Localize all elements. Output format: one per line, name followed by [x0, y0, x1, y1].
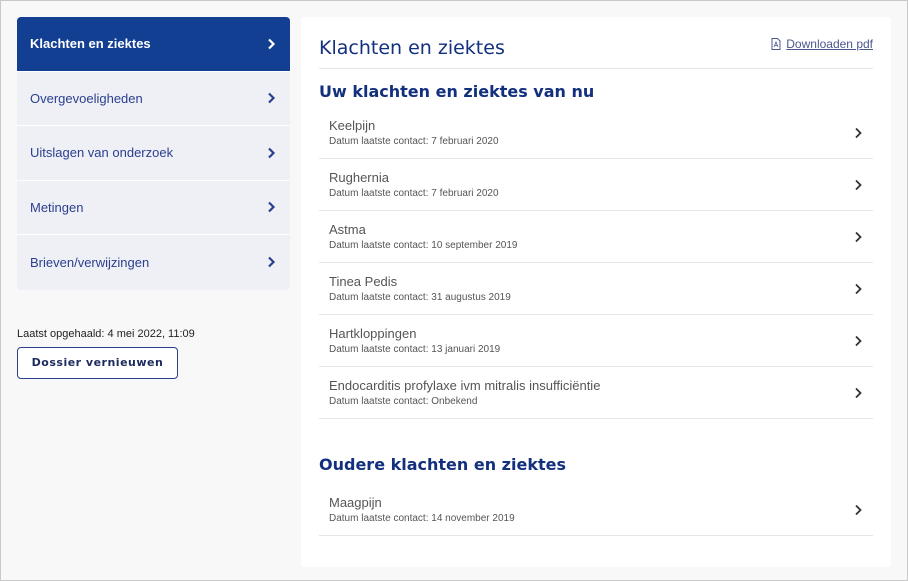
- list-item[interactable]: Hartkloppingen Datum laatste contact: 13 …: [319, 315, 873, 367]
- sidebar-item-2[interactable]: Uitslagen van onderzoek: [17, 126, 290, 181]
- list-item[interactable]: Rughernia Datum laatste contact: 7 februa…: [319, 159, 873, 211]
- chevron-right-icon: [268, 92, 276, 104]
- chevron-right-icon: [855, 231, 862, 242]
- older-heading: Oudere klachten en ziektes: [319, 455, 566, 474]
- refresh-dossier-button[interactable]: Dossier vernieuwen: [17, 346, 178, 379]
- item-subtitle: Datum laatste contact: 10 september 2019: [329, 240, 518, 251]
- item-title: Keelpijn: [329, 118, 376, 133]
- chevron-right-icon: [855, 179, 862, 190]
- older-list: Maagpijn Datum laatste contact: 14 novemb…: [319, 484, 873, 536]
- chevron-right-icon: [268, 38, 276, 50]
- main-card: Klachten en ziektes Downloaden pdf Uw kl…: [301, 17, 891, 567]
- sidebar-nav: Klachten en ziektes Overgevoeligheden Uits…: [17, 17, 290, 290]
- sidebar-item-label: Brieven/verwijzingen: [30, 254, 150, 270]
- item-subtitle: Datum laatste contact: 14 november 2019: [329, 513, 515, 524]
- sidebar-item-4[interactable]: Brieven/verwijzingen: [17, 235, 290, 290]
- item-subtitle: Datum laatste contact: Onbekend: [329, 396, 478, 407]
- page-title: Klachten en ziektes: [319, 37, 505, 59]
- last-fetched-text: Laatst opgehaald: 4 mei 2022, 11:09: [17, 327, 195, 340]
- chevron-right-icon: [855, 387, 862, 398]
- current-heading: Uw klachten en ziektes van nu: [319, 82, 595, 101]
- list-item[interactable]: Tinea Pedis Datum laatste contact: 31 aug…: [319, 263, 873, 315]
- chevron-right-icon: [268, 147, 276, 159]
- item-title: Rughernia: [329, 170, 389, 185]
- chevron-right-icon: [268, 256, 276, 268]
- sidebar-item-1[interactable]: Overgevoeligheden: [17, 72, 290, 126]
- pdf-file-icon: [771, 38, 781, 50]
- list-item[interactable]: Keelpijn Datum laatste contact: 7 februar…: [319, 107, 873, 159]
- chevron-right-icon: [855, 127, 862, 138]
- download-pdf-label: Downloaden pdf: [786, 37, 873, 51]
- download-pdf-link[interactable]: Downloaden pdf: [771, 37, 873, 51]
- item-title: Tinea Pedis: [329, 274, 398, 289]
- chevron-right-icon: [268, 201, 276, 213]
- sidebar-item-label: Klachten en ziektes: [30, 36, 151, 52]
- item-subtitle: Datum laatste contact: 7 februari 2020: [329, 188, 499, 199]
- sidebar: Klachten en ziektes Overgevoeligheden Uits…: [17, 17, 290, 379]
- chevron-right-icon: [855, 283, 862, 294]
- chevron-right-icon: [855, 504, 862, 515]
- list-item[interactable]: Endocarditis profylaxe ivm mitralis insu…: [319, 367, 873, 419]
- chevron-right-icon: [855, 335, 862, 346]
- sidebar-item-label: Metingen: [30, 199, 84, 215]
- sidebar-item-label: Overgevoeligheden: [30, 90, 143, 106]
- current-list: Keelpijn Datum laatste contact: 7 februar…: [319, 107, 873, 419]
- item-subtitle: Datum laatste contact: 31 augustus 2019: [329, 292, 511, 303]
- item-subtitle: Datum laatste contact: 7 februari 2020: [329, 136, 499, 147]
- sidebar-item-label: Uitslagen van onderzoek: [30, 145, 174, 161]
- item-title: Astma: [329, 222, 366, 237]
- sidebar-item-0[interactable]: Klachten en ziektes: [17, 17, 290, 72]
- list-item[interactable]: Astma Datum laatste contact: 10 september…: [319, 211, 873, 263]
- list-item[interactable]: Maagpijn Datum laatste contact: 14 novemb…: [319, 484, 873, 536]
- item-title: Hartkloppingen: [329, 326, 417, 341]
- item-title: Maagpijn: [329, 495, 382, 510]
- item-subtitle: Datum laatste contact: 13 januari 2019: [329, 344, 501, 355]
- item-title: Endocarditis profylaxe ivm mitralis insu…: [329, 378, 601, 393]
- sidebar-item-3[interactable]: Metingen: [17, 181, 290, 235]
